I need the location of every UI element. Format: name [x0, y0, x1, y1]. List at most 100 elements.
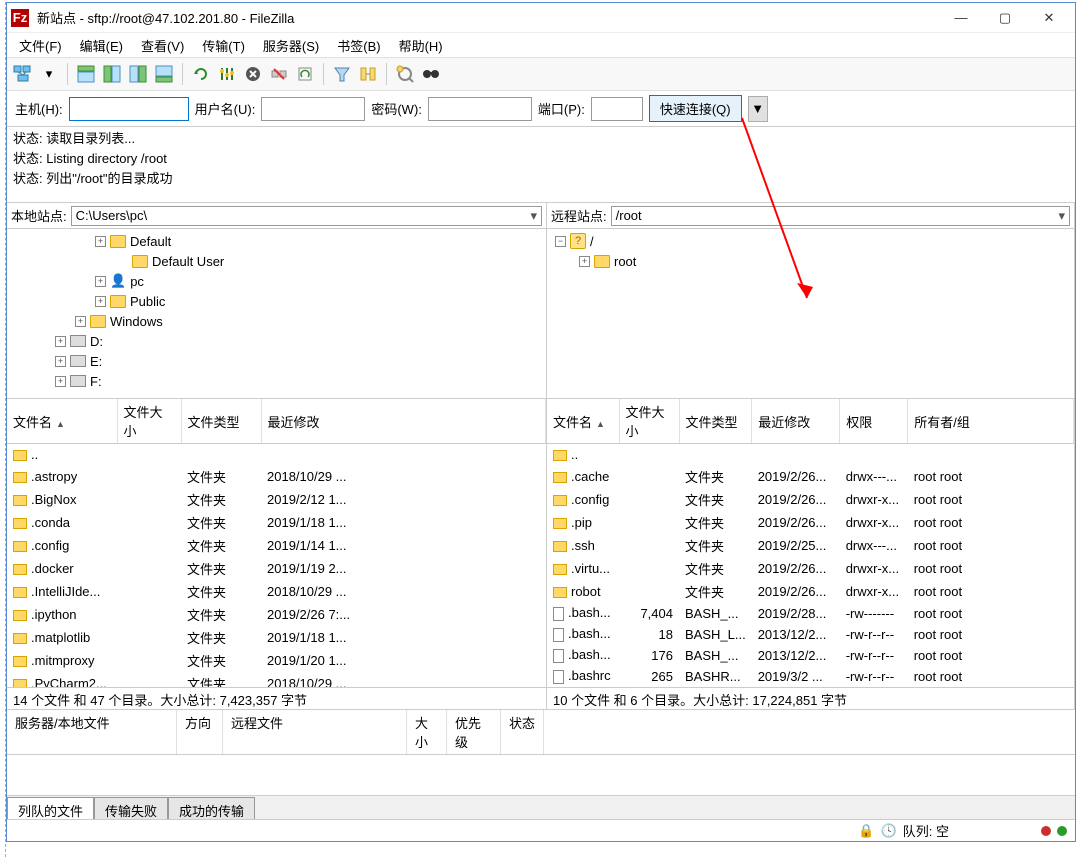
- list-item[interactable]: .virtu...文件夹2019/2/26...drwxr-x...root r…: [547, 557, 1074, 580]
- process-queue-icon[interactable]: [215, 62, 239, 86]
- menu-server[interactable]: 服务器(S): [255, 34, 327, 57]
- local-path-combo[interactable]: C:\Users\pc\: [71, 206, 542, 226]
- list-item[interactable]: .mitmproxy文件夹2019/1/20 1...: [7, 649, 546, 672]
- col-name[interactable]: 文件名▲: [7, 399, 117, 444]
- tree-node[interactable]: +Default: [11, 231, 542, 251]
- tree-node[interactable]: +F:: [11, 371, 542, 391]
- filter-icon[interactable]: [330, 62, 354, 86]
- port-input[interactable]: [591, 97, 643, 121]
- tree-node[interactable]: +E:: [11, 351, 542, 371]
- toggle-queue-icon[interactable]: [152, 62, 176, 86]
- col-permissions[interactable]: 权限: [840, 399, 908, 444]
- password-input[interactable]: [428, 97, 532, 121]
- expand-icon[interactable]: +: [95, 276, 106, 287]
- reconnect-icon[interactable]: [293, 62, 317, 86]
- tab-successful[interactable]: 成功的传输: [168, 797, 255, 819]
- list-item[interactable]: .astropy文件夹2018/10/29 ...: [7, 465, 546, 488]
- expand-icon[interactable]: +: [95, 296, 106, 307]
- tree-node[interactable]: +D:: [11, 331, 542, 351]
- list-item[interactable]: .docker文件夹2019/1/19 2...: [7, 557, 546, 580]
- tab-queued[interactable]: 列队的文件: [7, 797, 94, 819]
- list-item[interactable]: .matplotlib文件夹2019/1/18 1...: [7, 626, 546, 649]
- list-item[interactable]: .config文件夹2019/1/14 1...: [7, 534, 546, 557]
- col-owner[interactable]: 所有者/组: [908, 399, 1074, 444]
- col-type[interactable]: 文件类型: [679, 399, 752, 444]
- menu-view[interactable]: 查看(V): [133, 34, 192, 57]
- list-item[interactable]: .bash...18BASH_L...2013/12/2...-rw-r--r-…: [547, 624, 1074, 645]
- col-size[interactable]: 文件大小: [619, 399, 679, 444]
- sync-browse-icon[interactable]: [393, 62, 417, 86]
- menu-transfer[interactable]: 传输(T): [194, 34, 253, 57]
- quickconnect-history-dropdown[interactable]: ▼: [748, 96, 768, 122]
- col-status[interactable]: 状态: [501, 710, 544, 754]
- list-item[interactable]: ..: [7, 444, 546, 465]
- list-item[interactable]: .bash...7,404BASH_...2019/2/28...-rw----…: [547, 603, 1074, 624]
- username-input[interactable]: [261, 97, 365, 121]
- cancel-icon[interactable]: [241, 62, 265, 86]
- expand-icon[interactable]: +: [95, 236, 106, 247]
- tree-node[interactable]: +Public: [11, 291, 542, 311]
- expand-icon[interactable]: +: [55, 376, 66, 387]
- col-size[interactable]: 大小: [407, 710, 447, 754]
- expand-icon[interactable]: +: [75, 316, 86, 327]
- message-log[interactable]: 状态: 读取目录列表... 状态: Listing directory /roo…: [7, 127, 1075, 203]
- tree-node[interactable]: +Windows: [11, 311, 542, 331]
- list-item[interactable]: .pip文件夹2019/2/26...drwxr-x...root root: [547, 511, 1074, 534]
- tree-node[interactable]: root: [614, 254, 636, 269]
- list-item[interactable]: .conda文件夹2019/1/18 1...: [7, 511, 546, 534]
- tree-node[interactable]: +👤pc: [11, 271, 542, 291]
- remote-path-combo[interactable]: /root: [611, 206, 1070, 226]
- expand-icon[interactable]: +: [55, 336, 66, 347]
- toggle-local-tree-icon[interactable]: [100, 62, 124, 86]
- col-priority[interactable]: 优先级: [447, 710, 501, 754]
- col-modified[interactable]: 最近修改: [752, 399, 840, 444]
- menu-help[interactable]: 帮助(H): [391, 34, 451, 57]
- search-icon[interactable]: [419, 62, 443, 86]
- menu-file[interactable]: 文件(F): [11, 34, 70, 57]
- collapse-icon[interactable]: −: [555, 236, 566, 247]
- list-item[interactable]: .cache文件夹2019/2/26...drwx---...root root: [547, 465, 1074, 488]
- remote-directory-tree[interactable]: − ? / + root: [547, 229, 1074, 399]
- local-directory-tree[interactable]: +DefaultDefault User+👤pc+Public+Windows+…: [7, 229, 546, 399]
- compare-icon[interactable]: [356, 62, 380, 86]
- list-item[interactable]: .config文件夹2019/2/26...drwxr-x...root roo…: [547, 488, 1074, 511]
- list-item[interactable]: .bashrc265BASHR...2019/3/2 ...-rw-r--r--…: [547, 666, 1074, 687]
- disconnect-icon[interactable]: [267, 62, 291, 86]
- col-modified[interactable]: 最近修改: [261, 399, 546, 444]
- expand-icon[interactable]: +: [579, 256, 590, 267]
- maximize-button[interactable]: ▢: [983, 4, 1027, 32]
- quickconnect-button[interactable]: 快速连接(Q): [649, 95, 742, 122]
- list-item[interactable]: ..: [547, 444, 1074, 465]
- list-item[interactable]: .ssh文件夹2019/2/25...drwx---...root root: [547, 534, 1074, 557]
- host-input[interactable]: [69, 97, 189, 121]
- menu-bookmarks[interactable]: 书签(B): [329, 34, 388, 57]
- list-item[interactable]: .ipython文件夹2019/2/26 7:...: [7, 603, 546, 626]
- minimize-button[interactable]: —: [939, 4, 983, 32]
- menu-edit[interactable]: 编辑(E): [72, 34, 131, 57]
- col-direction[interactable]: 方向: [177, 710, 223, 754]
- toggle-remote-tree-icon[interactable]: [126, 62, 150, 86]
- list-item[interactable]: .PyCharm2...文件夹2018/10/29 ...: [7, 672, 546, 688]
- remote-file-list[interactable]: 文件名▲ 文件大小 文件类型 最近修改 权限 所有者/组 ...cache文件夹…: [547, 399, 1074, 687]
- col-name[interactable]: 文件名▲: [547, 399, 619, 444]
- tree-node[interactable]: Default User: [11, 251, 542, 271]
- list-item[interactable]: .IntelliJIde...文件夹2018/10/29 ...: [7, 580, 546, 603]
- refresh-icon[interactable]: [189, 62, 213, 86]
- expand-icon[interactable]: +: [55, 356, 66, 367]
- col-remote-file[interactable]: 远程文件: [223, 710, 407, 754]
- list-item[interactable]: robot文件夹2019/2/26...drwxr-x...root root: [547, 580, 1074, 603]
- list-item[interactable]: .BigNox文件夹2019/2/12 1...: [7, 488, 546, 511]
- col-type[interactable]: 文件类型: [181, 399, 261, 444]
- sitemanager-icon[interactable]: [11, 62, 35, 86]
- tab-failed[interactable]: 传输失败: [94, 797, 168, 819]
- tree-node[interactable]: /: [590, 234, 594, 249]
- sitemanager-dropdown-icon[interactable]: ▾: [37, 62, 61, 86]
- col-size[interactable]: 文件大小: [117, 399, 181, 444]
- close-button[interactable]: ✕: [1027, 4, 1071, 32]
- application-window: Fz 新站点 - sftp://root@47.102.201.80 - Fil…: [6, 2, 1076, 842]
- local-file-list[interactable]: 文件名▲ 文件大小 文件类型 最近修改 ...astropy文件夹2018/10…: [7, 399, 546, 687]
- toggle-log-icon[interactable]: [74, 62, 98, 86]
- list-item[interactable]: .bash...176BASH_...2013/12/2...-rw-r--r-…: [547, 645, 1074, 666]
- col-server-local[interactable]: 服务器/本地文件: [7, 710, 177, 754]
- remote-path-value: /root: [616, 208, 642, 223]
